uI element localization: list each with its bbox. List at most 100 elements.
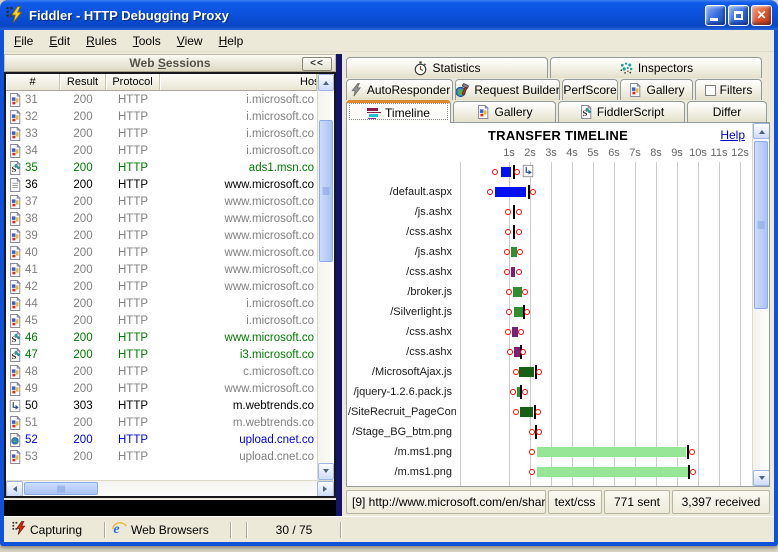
session-row[interactable]: 48200HTTPc.microsoft.co (6, 363, 317, 380)
session-row[interactable]: 38200HTTPwww.microsoft.co (6, 210, 317, 227)
session-row[interactable]: S47200HTTPi3.microsoft.co (6, 346, 317, 363)
tab-perfscore[interactable]: PerfScore (562, 79, 618, 100)
session-row[interactable]: 40200HTTPwww.microsoft.co (6, 244, 317, 261)
session-result: 200 (60, 451, 106, 463)
session-row[interactable]: 52200HTTPupload.cnet.co (6, 431, 317, 448)
tab-inspectors[interactable]: Inspectors (550, 57, 762, 78)
session-row[interactable]: 53200HTTPupload.cnet.co (6, 448, 317, 465)
session-protocol: HTTP (106, 264, 160, 276)
tab-request-builder[interactable]: Request Builder (455, 79, 560, 100)
session-row[interactable]: 51200HTTPm.webtrends.co (6, 414, 317, 431)
sessions-horizontal-scrollbar[interactable] (6, 480, 334, 496)
timeline-row: /m.ms1.png (348, 462, 751, 482)
session-result: 200 (60, 213, 106, 225)
session-row[interactable]: 33200HTTPi.microsoft.co (6, 125, 317, 142)
scroll-down-button[interactable] (753, 470, 770, 486)
menu-edit[interactable]: Edit (41, 31, 78, 51)
script-icon: S (8, 331, 22, 345)
column-header-num[interactable]: # (6, 74, 60, 90)
app-window: Fiddler - HTTP Debugging Proxy ✕ FileEdi… (0, 0, 778, 546)
timeline-vertical-scrollbar[interactable] (752, 123, 769, 486)
session-row[interactable]: S35200HTTPads1.msn.co (6, 159, 317, 176)
image-icon (8, 246, 22, 260)
maximize-button[interactable] (728, 5, 749, 26)
session-result: 200 (60, 111, 106, 123)
session-num: 53 (6, 450, 60, 464)
axis-label: 3s (545, 147, 557, 159)
window-body: FileEditRulesToolsViewHelp Web Sessions … (4, 30, 774, 542)
tab-gallery[interactable]: Gallery (620, 79, 693, 100)
session-result: 200 (60, 332, 106, 344)
scroll-up-button[interactable] (753, 123, 770, 139)
timeline-row-label: /Silverlight.js (348, 306, 456, 318)
collapse-panel-button[interactable]: << (302, 57, 332, 71)
image-icon (8, 297, 22, 311)
session-row[interactable]: 41200HTTPwww.microsoft.co (6, 261, 317, 278)
session-host: www.microsoft.co (160, 213, 317, 225)
status-bytes-received: 3,397 received (672, 490, 770, 514)
quickexec-input[interactable] (4, 500, 336, 516)
lightning-icon (349, 83, 363, 97)
column-header-result[interactable]: Result (60, 74, 106, 90)
session-row[interactable]: 31200HTTPi.microsoft.co (6, 91, 317, 108)
session-row[interactable]: 42200HTTPwww.microsoft.co (6, 278, 317, 295)
session-row[interactable]: 45200HTTPi.microsoft.co (6, 312, 317, 329)
scroll-up-button[interactable] (318, 74, 334, 91)
menu-file[interactable]: File (6, 31, 41, 51)
tab-filters[interactable]: Filters (695, 79, 762, 100)
script-icon: S (8, 161, 22, 175)
scroll-right-button[interactable] (317, 481, 334, 497)
tab-statistics[interactable]: Statistics (346, 57, 548, 78)
sessions-vertical-scrollbar[interactable] (317, 74, 334, 480)
session-row[interactable]: 37200HTTPwww.microsoft.co (6, 193, 317, 210)
session-row[interactable]: 50303HTTPm.webtrends.co (6, 397, 317, 414)
tab-differ[interactable]: Differ (687, 101, 767, 122)
session-num: 39 (6, 229, 60, 243)
column-header-host[interactable]: Host (160, 74, 317, 90)
scroll-thumb[interactable] (24, 482, 98, 495)
timing-circle (487, 189, 493, 195)
axis-label: 5s (587, 147, 599, 159)
tab-gallery[interactable]: Gallery (453, 101, 556, 122)
column-header-protocol[interactable]: Protocol (106, 74, 160, 90)
help-link[interactable]: Help (720, 128, 745, 142)
session-protocol: HTTP (106, 400, 160, 412)
timeline-row: /Stage_BG_btm.png (348, 422, 751, 442)
browsers-label: Web Browsers (131, 523, 209, 537)
tab-autoresponder[interactable]: AutoResponder (346, 79, 453, 100)
statusbar-empty-cell (232, 517, 246, 542)
close-button[interactable]: ✕ (751, 5, 772, 26)
menu-rules[interactable]: Rules (78, 31, 125, 51)
minimize-button[interactable] (705, 5, 726, 26)
status-bar: Capturing e Web Browsers 30 / 75 (4, 516, 774, 542)
timing-circle (504, 249, 510, 255)
scroll-down-button[interactable] (318, 463, 334, 480)
left-arrow-icon (10, 486, 17, 492)
session-row[interactable]: 44200HTTPi.microsoft.co (6, 295, 317, 312)
scroll-thumb[interactable] (319, 120, 333, 262)
session-row[interactable]: 49200HTTPwww.microsoft.co (6, 380, 317, 397)
timeline-row: /MicrosoftAjax.js (348, 362, 751, 382)
menu-tools[interactable]: Tools (125, 31, 169, 51)
timing-circle (689, 449, 695, 455)
session-row[interactable]: 34200HTTPi.microsoft.co (6, 142, 317, 159)
scroll-left-button[interactable] (6, 481, 23, 497)
axis-label: 10s (689, 147, 707, 159)
timing-circle (516, 209, 522, 215)
image-icon (8, 314, 22, 328)
timing-circle (522, 389, 528, 395)
session-row[interactable]: S46200HTTPwww.microsoft.co (6, 329, 317, 346)
menu-view[interactable]: View (169, 31, 211, 51)
tab-fiddlerscript[interactable]: SFiddlerScript (558, 101, 685, 122)
session-num: 41 (6, 263, 60, 277)
session-protocol: HTTP (106, 111, 160, 123)
session-row[interactable]: 32200HTTPi.microsoft.co (6, 108, 317, 125)
tab-timeline[interactable]: Timeline (346, 100, 451, 123)
session-num: 34 (6, 144, 60, 158)
menu-help[interactable]: Help (211, 31, 252, 51)
scroll-thumb[interactable] (754, 141, 768, 309)
browsers-filter[interactable]: e Web Browsers (106, 517, 230, 542)
session-row[interactable]: 36200HTTPwww.microsoft.co (6, 176, 317, 193)
capturing-toggle[interactable]: Capturing (6, 517, 104, 542)
session-row[interactable]: 39200HTTPwww.microsoft.co (6, 227, 317, 244)
